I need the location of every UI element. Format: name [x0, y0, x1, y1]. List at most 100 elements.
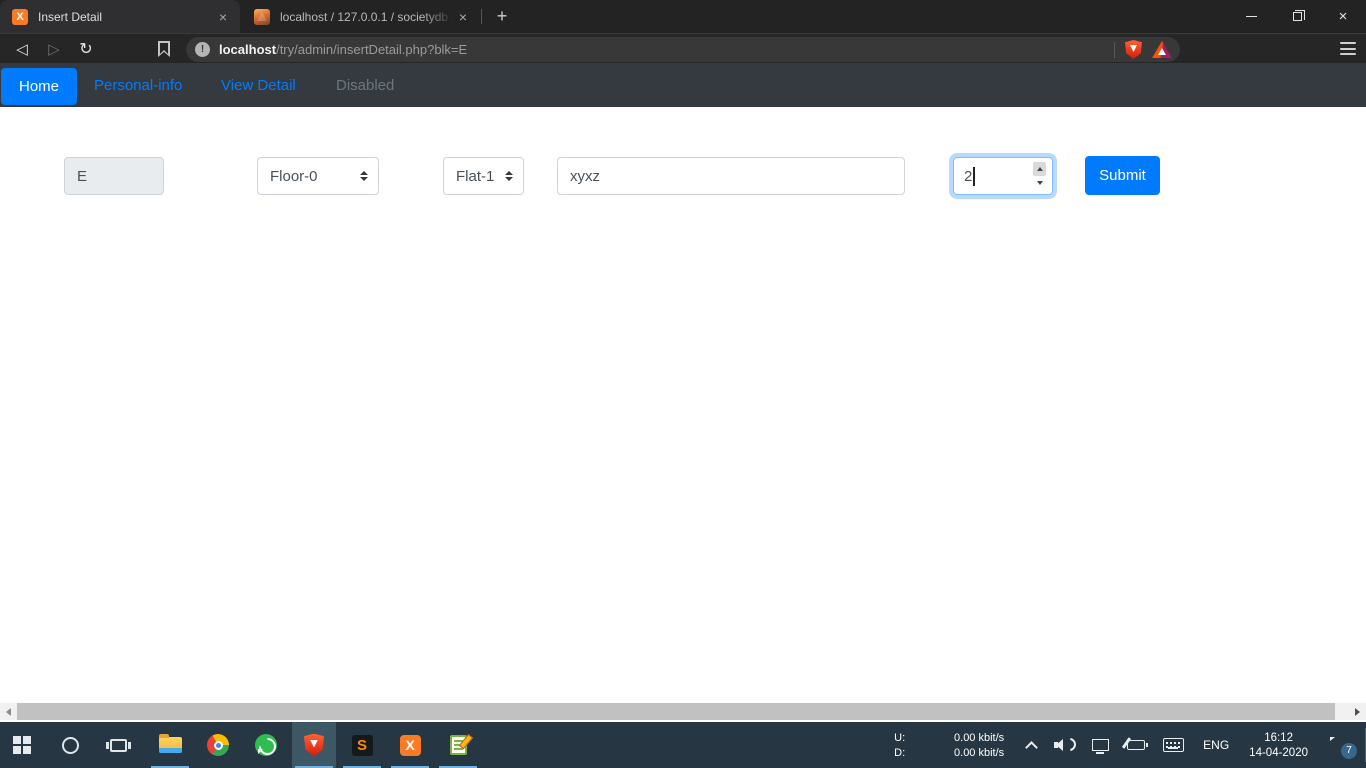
window-controls: × — [1228, 0, 1366, 33]
tray-expand-button[interactable] — [1025, 739, 1039, 754]
new-tab-button[interactable]: + — [490, 5, 514, 29]
members-number-input[interactable]: 2 — [953, 157, 1053, 195]
divider — [1114, 41, 1115, 58]
touch-keyboard-button[interactable] — [1163, 738, 1185, 752]
nav-item-disabled: Disabled — [336, 76, 395, 94]
clock[interactable]: 16:12 14-04-2020 — [1249, 732, 1308, 759]
number-spinner — [1033, 162, 1046, 190]
cortana-icon — [61, 736, 79, 754]
nav-item-personal-info[interactable]: Personal-info — [94, 63, 182, 107]
page-content: E Floor-0 Flat-1 xyxz 2 Submit — [0, 107, 1366, 703]
browser-tabstrip: X Insert Detail × localhost / 127.0.0.1 … — [0, 0, 1366, 33]
notepadpp-button[interactable] — [436, 722, 480, 768]
minimize-icon — [1245, 15, 1257, 18]
scrollbar-thumb[interactable] — [17, 703, 1335, 720]
horizontal-scrollbar[interactable] — [0, 703, 1366, 720]
spin-down-button[interactable] — [1033, 176, 1046, 190]
system-tray: U: 0.00 kbit/s D: 0.00 kbit/s ENG 16:12 14… — [894, 722, 1366, 768]
download-label: D: — [894, 746, 906, 759]
brave-rewards-icon[interactable] — [1152, 41, 1172, 58]
sublime-button[interactable]: S — [340, 722, 384, 768]
floor-select[interactable]: Floor-0 — [257, 157, 379, 195]
nav-item-view-detail[interactable]: View Detail — [221, 63, 296, 107]
scroll-left-arrow[interactable] — [0, 703, 17, 720]
menu-icon[interactable] — [1340, 42, 1356, 55]
upload-label: U: — [894, 731, 906, 744]
whatsapp-icon — [255, 734, 277, 756]
windows-taskbar: S X U: 0.00 kbit/s D: 0.00 kbit/s ENG 16:1… — [0, 722, 1366, 768]
spin-up-button[interactable] — [1033, 162, 1046, 176]
notepadpp-icon — [449, 735, 467, 755]
sublime-icon: S — [351, 734, 373, 756]
close-tab-icon[interactable]: × — [214, 8, 232, 26]
brave-shield-icon[interactable] — [1125, 40, 1142, 59]
minimize-button[interactable] — [1228, 0, 1274, 33]
cortana-button[interactable] — [48, 722, 92, 768]
net-speed-monitor[interactable]: U: 0.00 kbit/s D: 0.00 kbit/s — [894, 732, 1004, 759]
xampp-favicon: X — [12, 8, 28, 25]
tab-title: Insert Detail — [38, 9, 103, 24]
tab-insert-detail[interactable]: X Insert Detail × — [0, 0, 240, 33]
forward-button[interactable]: ▷ — [40, 34, 68, 64]
xampp-button[interactable]: X — [388, 722, 432, 768]
flat-select[interactable]: Flat-1 — [443, 157, 524, 195]
nav-item-home[interactable]: Home — [1, 68, 77, 105]
site-info-icon[interactable]: ! — [195, 42, 210, 57]
tab-title: localhost / 127.0.0.1 / societydb / b — [280, 9, 454, 24]
keyboard-icon — [1163, 738, 1185, 752]
text-cursor — [973, 166, 975, 186]
screen: X Insert Detail × localhost / 127.0.0.1 … — [0, 0, 1366, 768]
windows-logo-icon — [13, 736, 31, 754]
speaker-icon — [1054, 737, 1077, 753]
upload-value: 0.00 kbit/s — [954, 731, 1005, 744]
flat-selected-value: Flat-1 — [456, 167, 495, 185]
chrome-icon — [207, 734, 229, 756]
action-center-button[interactable]: 7 — [1328, 737, 1357, 759]
close-tab-icon[interactable]: × — [454, 8, 472, 26]
back-button[interactable]: ◁ — [8, 34, 36, 64]
name-input[interactable]: xyxz — [557, 157, 905, 195]
power-button[interactable] — [1127, 740, 1149, 750]
name-value: xyxz — [570, 167, 600, 185]
restore-icon — [1292, 9, 1305, 21]
download-value: 0.00 kbit/s — [954, 746, 1005, 759]
tab-phpmyadmin[interactable]: localhost / 127.0.0.1 / societydb / b × — [242, 0, 480, 33]
date-text: 14-04-2020 — [1249, 746, 1308, 759]
chrome-button[interactable] — [196, 722, 240, 768]
start-button[interactable] — [0, 722, 44, 768]
phpmyadmin-favicon — [254, 8, 270, 25]
xampp-icon: X — [399, 734, 421, 756]
language-indicator[interactable]: ENG — [1203, 738, 1229, 752]
address-bar[interactable]: ! localhost/try/admin/insertDetail.php?b… — [186, 37, 1180, 62]
site-navbar: Home Personal-info View Detail Disabled — [0, 63, 1366, 107]
select-arrows-icon — [505, 171, 513, 181]
time-text: 16:12 — [1264, 731, 1293, 744]
scroll-right-arrow[interactable] — [1349, 703, 1366, 720]
tab-separator — [481, 9, 482, 24]
whatsapp-button[interactable] — [244, 722, 288, 768]
task-view-button[interactable] — [96, 722, 140, 768]
file-explorer-icon — [158, 734, 182, 753]
volume-button[interactable] — [1054, 737, 1077, 753]
url-text[interactable]: localhost/try/admin/insertDetail.php?blk… — [219, 42, 1114, 57]
browser-toolbar: ◁ ▷ ↻ ! localhost/try/admin/insertDetail… — [0, 33, 1366, 63]
brave-button[interactable] — [292, 722, 336, 768]
reload-button[interactable]: ↻ — [72, 34, 100, 64]
network-button[interactable] — [1092, 739, 1110, 754]
close-window-button[interactable]: × — [1320, 0, 1366, 33]
floor-selected-value: Floor-0 — [270, 167, 318, 185]
url-path: /try/admin/insertDetail.php?blk=E — [276, 42, 468, 57]
battery-icon — [1127, 740, 1149, 750]
submit-button[interactable]: Submit — [1085, 156, 1160, 195]
brave-icon — [304, 733, 324, 757]
url-host: localhost — [219, 42, 277, 57]
block-input: E — [64, 157, 164, 195]
members-value: 2 — [964, 167, 973, 185]
bookmark-icon[interactable] — [158, 41, 170, 57]
network-icon — [1092, 739, 1110, 754]
restore-button[interactable] — [1274, 0, 1320, 33]
file-explorer-button[interactable] — [148, 722, 192, 768]
task-view-icon — [105, 738, 131, 752]
notification-badge: 7 — [1341, 742, 1357, 759]
chevron-up-icon — [1025, 740, 1039, 754]
